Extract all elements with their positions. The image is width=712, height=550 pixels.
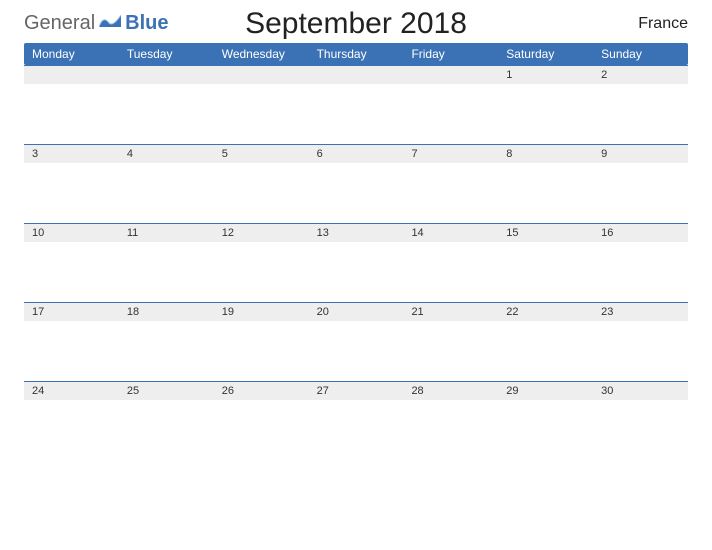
date-num: 13 <box>309 224 404 242</box>
date-num: 25 <box>119 382 214 400</box>
date-num: 17 <box>24 303 119 321</box>
logo-word1: General <box>24 12 95 35</box>
date-num: 19 <box>214 303 309 321</box>
date-num: 8 <box>498 145 593 163</box>
locale-label: France <box>638 15 688 33</box>
date-num: 21 <box>403 303 498 321</box>
date-num: 5 <box>214 145 309 163</box>
date-num <box>119 66 214 84</box>
week-row: 3 4 5 6 7 8 9 <box>24 144 688 223</box>
date-num: 1 <box>498 66 593 84</box>
day-header: Sunday <box>593 43 688 65</box>
date-num: 6 <box>309 145 404 163</box>
day-header: Monday <box>24 43 119 65</box>
date-num: 15 <box>498 224 593 242</box>
date-num: 22 <box>498 303 593 321</box>
day-header: Wednesday <box>214 43 309 65</box>
date-num: 9 <box>593 145 688 163</box>
date-num: 10 <box>24 224 119 242</box>
date-num: 4 <box>119 145 214 163</box>
date-num <box>403 66 498 84</box>
date-num <box>214 66 309 84</box>
page-title: September 2018 <box>245 7 467 41</box>
day-header: Thursday <box>309 43 404 65</box>
date-num: 12 <box>214 224 309 242</box>
date-num: 2 <box>593 66 688 84</box>
week-cell: 1 2 <box>24 66 688 144</box>
week-cell: 10 11 12 13 14 15 16 <box>24 224 688 302</box>
date-num: 16 <box>593 224 688 242</box>
week-cell: 24 25 26 27 28 29 30 <box>24 382 688 460</box>
date-num: 11 <box>119 224 214 242</box>
date-num: 27 <box>309 382 404 400</box>
date-num: 29 <box>498 382 593 400</box>
week-row: 1 2 <box>24 65 688 144</box>
week-row: 10 11 12 13 14 15 16 <box>24 223 688 302</box>
date-num: 28 <box>403 382 498 400</box>
day-header: Tuesday <box>119 43 214 65</box>
week-cell: 3 4 5 6 7 8 9 <box>24 145 688 223</box>
day-header: Friday <box>403 43 498 65</box>
date-num: 30 <box>593 382 688 400</box>
date-num: 14 <box>403 224 498 242</box>
header: General Blue September 2018 France <box>24 12 688 35</box>
day-header: Saturday <box>498 43 593 65</box>
date-num <box>309 66 404 84</box>
calendar: Monday Tuesday Wednesday Thursday Friday… <box>24 43 688 460</box>
date-num <box>24 66 119 84</box>
logo-word2: Blue <box>125 12 168 35</box>
date-num: 18 <box>119 303 214 321</box>
week-cell: 17 18 19 20 21 22 23 <box>24 303 688 381</box>
date-num: 3 <box>24 145 119 163</box>
week-row: 24 25 26 27 28 29 30 <box>24 381 688 460</box>
date-num: 20 <box>309 303 404 321</box>
day-header-row: Monday Tuesday Wednesday Thursday Friday… <box>24 43 688 65</box>
date-num: 24 <box>24 382 119 400</box>
wave-icon <box>99 12 121 35</box>
date-num: 26 <box>214 382 309 400</box>
date-num: 23 <box>593 303 688 321</box>
week-row: 17 18 19 20 21 22 23 <box>24 302 688 381</box>
date-num: 7 <box>403 145 498 163</box>
logo: General Blue <box>24 12 169 35</box>
